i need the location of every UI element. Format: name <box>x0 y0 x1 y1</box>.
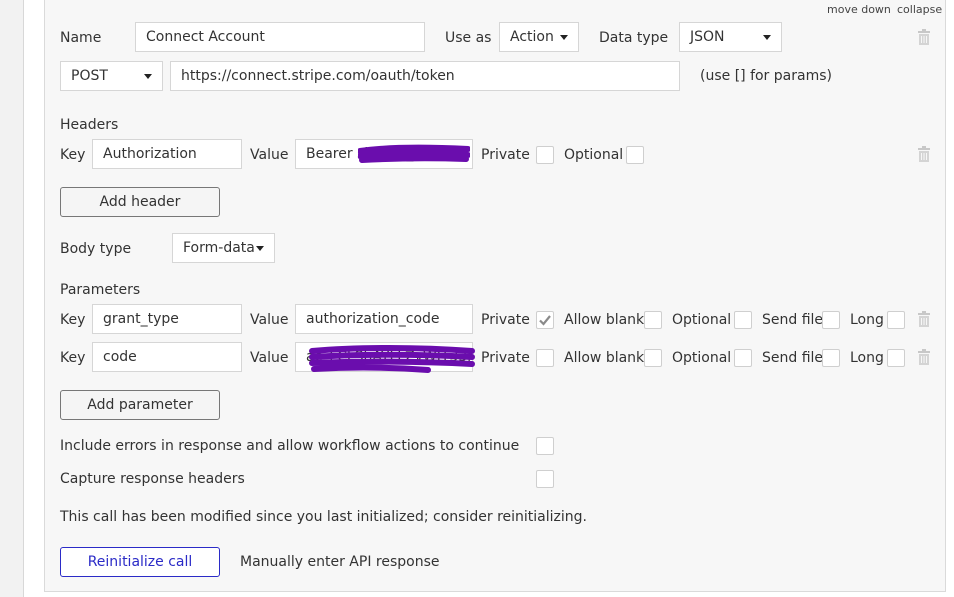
param-send-file-label: Send file <box>762 312 824 328</box>
body-type-label: Body type <box>60 241 132 257</box>
trash-icon[interactable] <box>918 349 930 365</box>
param-send-file-checkbox[interactable] <box>822 311 840 329</box>
header-value-label: Value <box>250 147 289 163</box>
body-type-value: Form-data <box>183 240 255 256</box>
parameters-title: Parameters <box>60 282 141 298</box>
include-errors-label: Include errors in response and allow wor… <box>60 438 520 454</box>
param-key-label: Key <box>60 312 86 328</box>
use-as-label: Use as <box>445 30 492 46</box>
header-key-label: Key <box>60 147 86 163</box>
param-key-label: Key <box>60 350 86 366</box>
param-allow-blank-checkbox[interactable] <box>644 311 662 329</box>
param-long-label: Long <box>850 312 884 328</box>
param-value-input[interactable]: ac_LCLShAYLLZvWIT33k... <box>295 342 473 372</box>
param-private-checkbox[interactable] <box>536 311 554 329</box>
params-hint: (use [] for params) <box>700 68 832 84</box>
header-optional-label: Optional <box>564 147 624 163</box>
param-send-file-label: Send file <box>762 350 824 366</box>
data-type-value: JSON <box>690 29 725 45</box>
chevron-down-icon <box>144 74 152 79</box>
checkmark-icon <box>539 315 551 326</box>
header-value-input[interactable]: Bearer sk_test_51Hp... <box>295 139 473 169</box>
call-name-input[interactable]: Connect Account <box>135 22 425 52</box>
capture-headers-label: Capture response headers <box>60 471 245 487</box>
method-value: POST <box>71 68 108 84</box>
param-private-label: Private <box>481 350 530 366</box>
capture-headers-checkbox[interactable] <box>536 470 554 488</box>
param-private-checkbox[interactable] <box>536 349 554 367</box>
header-private-checkbox[interactable] <box>536 146 554 164</box>
param-value-label: Value <box>250 350 289 366</box>
param-allow-blank-checkbox[interactable] <box>644 349 662 367</box>
url-input[interactable]: https://connect.stripe.com/oauth/token <box>170 61 680 91</box>
param-key-input[interactable]: code <box>92 342 242 372</box>
add-header-button[interactable]: Add header <box>60 187 220 217</box>
param-value-label: Value <box>250 312 289 328</box>
param-long-checkbox[interactable] <box>887 349 905 367</box>
name-label: Name <box>60 30 102 46</box>
data-type-label: Data type <box>599 30 669 46</box>
header-key-input[interactable]: Authorization <box>92 139 242 169</box>
param-value-input[interactable]: authorization_code <box>295 304 473 334</box>
trash-icon[interactable] <box>918 29 930 45</box>
method-dropdown[interactable]: POST <box>60 61 163 91</box>
param-optional-checkbox[interactable] <box>734 349 752 367</box>
param-optional-label: Optional <box>672 312 732 328</box>
param-allow-blank-label: Allow blank <box>564 350 645 366</box>
collapse-link[interactable]: collapse <box>897 3 942 17</box>
param-key-input[interactable]: grant_type <box>92 304 242 334</box>
body-type-dropdown[interactable]: Form-data <box>172 233 275 263</box>
chevron-down-icon <box>256 246 264 251</box>
trash-icon[interactable] <box>918 311 930 327</box>
param-optional-label: Optional <box>672 350 732 366</box>
header-optional-checkbox[interactable] <box>626 146 644 164</box>
param-long-label: Long <box>850 350 884 366</box>
manual-response-link[interactable]: Manually enter API response <box>240 552 439 572</box>
include-errors-checkbox[interactable] <box>536 437 554 455</box>
param-private-label: Private <box>481 312 530 328</box>
trash-icon[interactable] <box>918 146 930 162</box>
move-down-link[interactable]: move down <box>827 3 891 17</box>
add-parameter-button[interactable]: Add parameter <box>60 390 220 420</box>
param-long-checkbox[interactable] <box>887 311 905 329</box>
param-optional-checkbox[interactable] <box>734 311 752 329</box>
headers-title: Headers <box>60 117 119 133</box>
reinitialize-call-button[interactable]: Reinitialize call <box>60 547 220 577</box>
chevron-down-icon <box>560 35 568 40</box>
param-send-file-checkbox[interactable] <box>822 349 840 367</box>
use-as-dropdown[interactable]: Action <box>499 22 579 52</box>
use-as-value: Action <box>510 29 554 45</box>
header-private-label: Private <box>481 147 530 163</box>
modified-notice: This call has been modified since you la… <box>60 509 587 525</box>
param-allow-blank-label: Allow blank <box>564 312 645 328</box>
data-type-dropdown[interactable]: JSON <box>679 22 782 52</box>
chevron-down-icon <box>763 35 771 40</box>
